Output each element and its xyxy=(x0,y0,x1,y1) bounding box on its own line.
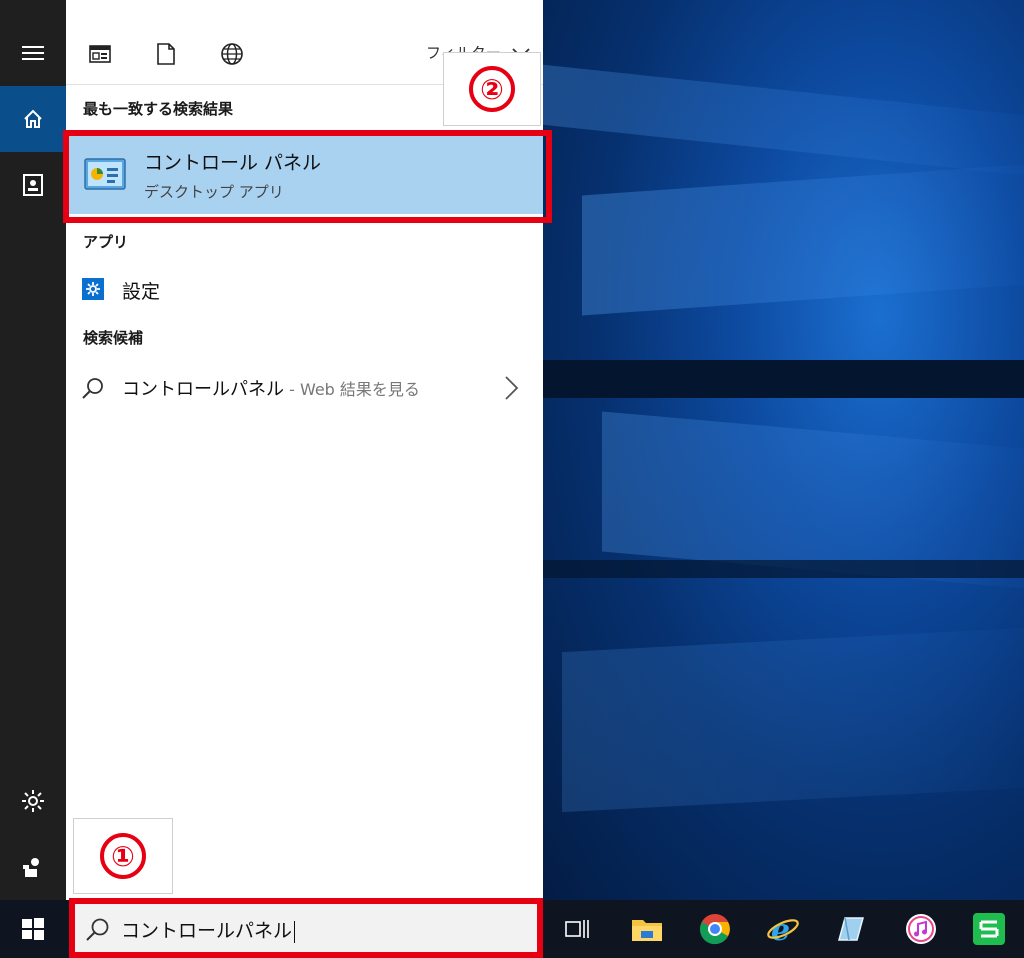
chevron-right-icon[interactable] xyxy=(500,374,522,402)
green-app-icon[interactable] xyxy=(970,910,1008,948)
document-icon[interactable] xyxy=(152,40,180,68)
search-icon xyxy=(85,916,111,942)
itunes-icon[interactable] xyxy=(902,910,940,948)
search-input-value: コントロールパネル xyxy=(121,916,296,943)
app-item-label: 設定 xyxy=(122,281,161,303)
section-suggestions: 検索候補 xyxy=(83,329,144,347)
section-apps: アプリ xyxy=(83,233,129,251)
task-view-icon[interactable] xyxy=(558,910,596,948)
settings-icon[interactable] xyxy=(0,768,66,834)
search-panel: フィルター 最も一致する検索結果 コントロール パネル デスクトップ アプリ ア… xyxy=(66,14,543,900)
home-icon[interactable] xyxy=(0,86,66,152)
hamburger-menu-icon[interactable] xyxy=(0,20,66,86)
best-match-result[interactable]: コントロール パネル デスクトップ アプリ xyxy=(66,136,543,214)
best-match-title: コントロール パネル xyxy=(144,152,322,174)
windows-start-icon[interactable] xyxy=(0,900,66,958)
desktop-wallpaper xyxy=(542,0,1024,900)
annotation-step1: ① xyxy=(73,818,173,894)
step2-marker: ② xyxy=(469,66,515,112)
search-input[interactable]: コントロールパネル xyxy=(73,904,538,954)
web-suggestion-text: コントロールパネル - Web 結果を見る xyxy=(122,375,420,401)
suggestion-query: コントロールパネル xyxy=(122,379,284,400)
app-item-settings[interactable]: 設定 xyxy=(66,269,543,309)
suggestion-hint: - Web 結果を見る xyxy=(284,380,420,399)
annotation-step2: ② xyxy=(443,52,541,126)
file-explorer-icon[interactable] xyxy=(628,910,666,948)
search-icon xyxy=(81,376,105,400)
internet-explorer-icon[interactable]: e xyxy=(764,910,802,948)
web-suggestion-item[interactable]: コントロールパネル - Web 結果を見る xyxy=(66,366,543,410)
control-panel-icon xyxy=(84,158,126,190)
best-match-subtitle: デスクトップ アプリ xyxy=(144,183,284,201)
globe-icon[interactable] xyxy=(218,40,246,68)
section-best-match: 最も一致する検索結果 xyxy=(83,100,234,118)
settings-gear-icon xyxy=(82,278,104,300)
start-rail xyxy=(0,0,66,900)
search-text: コントロールパネル xyxy=(121,920,293,942)
notebook-icon[interactable] xyxy=(0,152,66,218)
text-caret xyxy=(294,920,296,943)
panel-top xyxy=(66,0,543,14)
apps-filter-icon[interactable] xyxy=(86,40,114,68)
feedback-icon[interactable] xyxy=(0,834,66,900)
step1-marker: ① xyxy=(100,833,146,879)
chrome-icon[interactable] xyxy=(696,910,734,948)
app-icon[interactable] xyxy=(832,910,870,948)
svg-text:e: e xyxy=(771,913,790,945)
